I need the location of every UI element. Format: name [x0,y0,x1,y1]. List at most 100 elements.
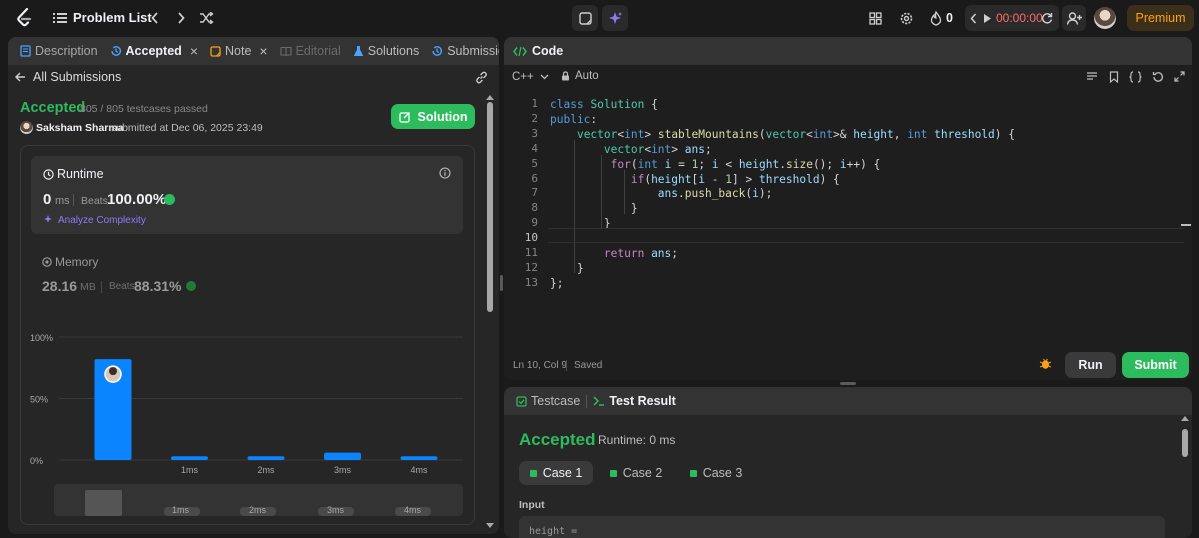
tab-testcase[interactable]: Testcase [510,387,586,415]
submitted-at: submitted at Dec 06, 2025 23:49 [111,122,263,134]
code-line[interactable]: } [550,261,584,276]
submit-button[interactable]: Submit [1122,352,1189,378]
case-tab-3[interactable]: Case 3 [683,461,749,485]
leetcode-logo-icon[interactable] [14,7,36,29]
code-editor[interactable]: 1 class Solution {2 public: 3 vector<int> s… [504,95,1182,345]
tab-accepted[interactable]: Accepted × [104,37,204,65]
checkbox-square-icon [516,395,527,407]
case-tab-label: Case 3 [702,466,743,480]
line-number: 6 [531,171,538,185]
scroll-up-icon[interactable] [486,94,494,100]
divider [566,360,567,371]
overview-window[interactable] [85,490,122,516]
share-link-icon[interactable] [472,69,490,85]
line-number: 1 [531,97,538,110]
close-icon[interactable]: × [259,43,267,59]
solution-button-label: Solution [417,109,468,124]
code-line[interactable]: for(int i = 1; i < height.size(); i++) { [550,157,881,172]
code-line[interactable]: ans.push_back(i); [550,186,773,201]
premium-button[interactable]: Premium [1127,5,1194,31]
line-number: 9 [531,216,538,230]
debugger-bug-icon[interactable] [1039,357,1052,370]
line-number: 2 [531,111,538,125]
arrow-left-icon [15,72,25,82]
language-select[interactable]: C++ [512,71,549,83]
chart-bar [324,452,361,460]
reset-code-icon[interactable] [1152,71,1164,83]
back-to-submissions[interactable]: All Submissions [15,70,121,84]
timer-reset-icon[interactable] [1039,9,1055,27]
code-line[interactable]: class Solution { [550,97,658,112]
avatar[interactable] [1094,7,1116,29]
add-user-icon[interactable] [1062,5,1086,31]
code-brackets-icon [513,46,527,56]
analyze-complexity-link[interactable]: Analyze Complexity [58,215,146,226]
tab-description[interactable]: Description [14,37,104,65]
top-bar: Problem List 0 00:00:00 Premium [0,0,1199,36]
testcase-tab-bar: Testcase Test Result [504,387,1192,415]
autocomplete-toggle[interactable]: Auto [561,70,599,82]
tab-note[interactable]: Note × [204,37,274,65]
problem-list-icon[interactable] [52,9,68,27]
tab-test-result[interactable]: Test Result [587,387,681,415]
runtime-label: Runtime [57,167,104,181]
editorial-book-icon [280,46,292,56]
scroll-down-icon[interactable] [486,523,494,529]
code-line[interactable]: if(height[i - 1] > threshold) { [550,172,840,187]
case-passed-dot-icon [529,469,537,477]
vertical-splitter-handle[interactable] [500,275,503,291]
code-line[interactable]: return ans; [550,246,678,261]
notes-icon[interactable] [572,5,598,31]
braces-icon[interactable] [1129,71,1142,83]
testcase-scrollbar-track[interactable] [1180,413,1190,538]
tab-editorial[interactable]: Editorial [274,37,347,65]
chevron-right-icon[interactable] [172,9,190,27]
solution-button[interactable]: Solution [391,104,475,129]
chevron-left-icon[interactable] [146,9,164,27]
maximize-icon[interactable] [1174,71,1185,82]
case-tab-2[interactable]: Case 2 [603,461,669,485]
bookmark-icon[interactable] [1109,71,1119,83]
beats-badge-icon [164,194,175,205]
settings-gear-icon[interactable] [896,8,916,28]
flask-icon [353,46,363,56]
left-scrollbar-thumb[interactable] [487,102,493,312]
chart-overview[interactable]: 1ms 2ms 3ms 4ms [54,484,463,516]
tab-note-label: Note [225,44,252,58]
close-icon[interactable]: × [190,43,198,59]
lock-icon [562,71,569,81]
run-button[interactable]: Run [1065,352,1116,378]
line-number: 5 [531,156,538,170]
tab-description-label: Description [35,44,98,58]
timer-collapse-icon[interactable] [967,9,979,27]
tab-solutions[interactable]: Solutions [347,37,425,65]
timer-value: 00:00:00 [996,11,1043,25]
code-line[interactable]: public: [550,112,597,127]
shuffle-icon[interactable] [197,9,215,27]
scroll-up-icon[interactable] [1181,415,1189,421]
layout-icon[interactable] [866,9,884,27]
format-code-icon[interactable] [1086,72,1098,82]
timer-play-icon[interactable] [981,10,993,26]
tab-editorial-label: Editorial [295,44,341,58]
streak-fire-icon[interactable] [928,9,944,27]
tab-testcase-label: Testcase [531,394,581,408]
case-tab-1[interactable]: Case 1 [519,461,593,485]
runtime-card[interactable]: Runtime 0 ms Beats 100.00% Analyze Compl… [31,156,463,234]
ai-sparkle-icon[interactable] [602,5,628,31]
code-title: Code [532,44,564,58]
problem-list-link[interactable]: Problem List [73,10,152,25]
result-runtime: Runtime: 0 ms [598,433,676,447]
chart-x-tick-label: 4ms [410,465,428,475]
overview-label-2ms: 2ms [249,505,267,515]
left-scrollbar-track[interactable] [485,93,495,529]
testcases-passed: 805 / 805 testcases passed [80,103,208,115]
code-panel: Code C++ Auto 1 class Solution {2 public: 3… [504,37,1192,380]
info-icon[interactable] [439,167,451,179]
case-passed-dot-icon [689,469,697,477]
horizontal-splitter-handle[interactable] [840,382,856,385]
code-line[interactable]: }; [550,276,563,291]
tab-submissions[interactable]: Submissions [425,37,499,65]
testcase-scrollbar-thumb[interactable] [1182,429,1188,457]
code-line[interactable]: vector<int> stableMountains(vector<int>&… [550,127,1015,142]
